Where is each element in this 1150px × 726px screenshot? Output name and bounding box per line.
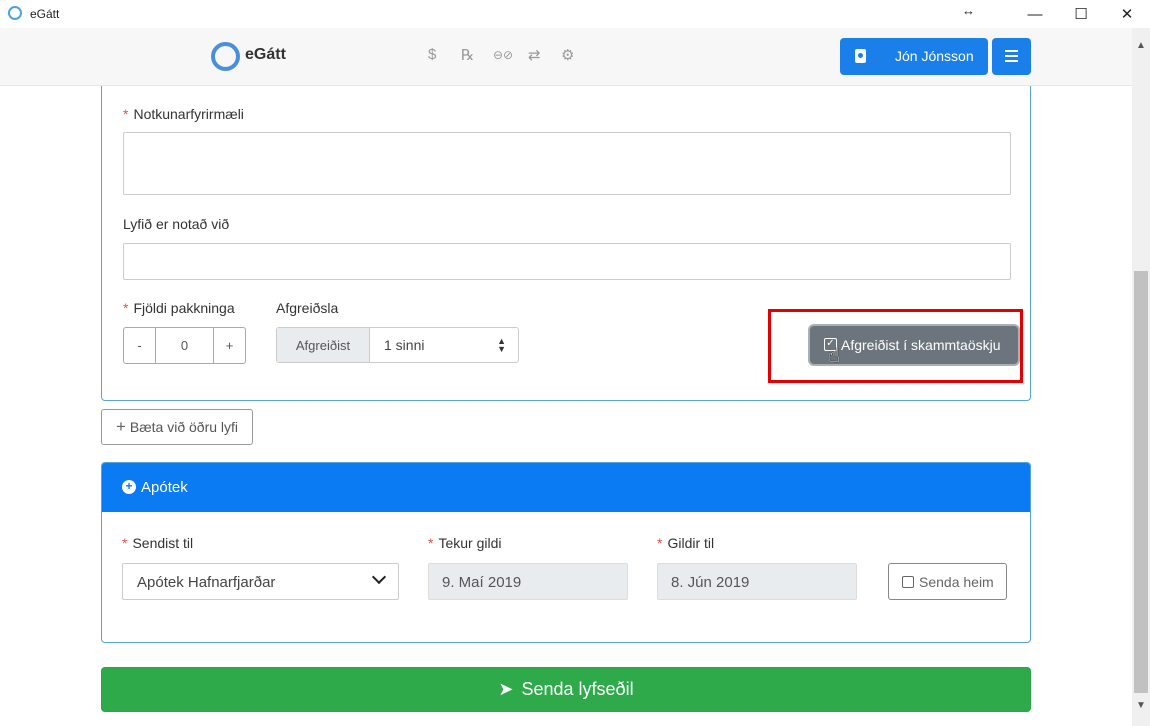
send-home-button[interactable]: Senda heim — [888, 563, 1007, 600]
hamburger-line — [1005, 55, 1018, 57]
chevron-down-icon — [371, 569, 387, 585]
logo-text: eGátt — [245, 46, 286, 63]
valid-until-label: * Gildir til — [657, 535, 715, 551]
exchange-icon[interactable]: ⇄ — [528, 46, 541, 64]
effective-date-field[interactable]: 9. Maí 2019 — [428, 563, 628, 600]
select-arrows-icon: ▲ ▼ — [497, 336, 506, 354]
window-title: eGátt — [30, 7, 60, 21]
used-for-label: Lyfið er notað við — [123, 216, 230, 232]
app-header: eGátt $ ℞ ⊖⊘ ⇄ ⚙ Jón Jónsson — [0, 28, 1132, 86]
package-count-label: * Fjöldi pakkninga — [123, 300, 235, 316]
package-count-stepper: - 0 + — [123, 327, 246, 364]
resize-icon: ↔ — [962, 3, 975, 18]
plus-circle-icon: + — [122, 480, 136, 494]
usage-label: * Notkunarfyrirmæli — [123, 106, 244, 122]
glasses-icon[interactable]: ⊖⊘ — [493, 48, 513, 62]
used-for-input[interactable] — [123, 243, 1011, 280]
dispensing-prefix: Afgreiðist — [277, 328, 370, 362]
add-drug-button[interactable]: + Bæta við öðru lyfi — [101, 409, 253, 445]
usage-textarea[interactable] — [123, 132, 1011, 195]
dispensing-value: 1 sinni — [384, 337, 425, 353]
effective-label: * Tekur gildi — [428, 535, 502, 551]
send-prescription-button[interactable]: ➤ Senda lyfseðil — [101, 667, 1031, 712]
pharmacy-select-value: Apótek Hafnarfjarðar — [137, 574, 276, 591]
scroll-up-icon[interactable]: ▲ — [1132, 40, 1150, 51]
app-icon — [8, 6, 22, 20]
send-prescription-label: Senda lyfseðil — [521, 679, 634, 699]
pharmacy-select[interactable]: Apótek Hafnarfjarðar — [122, 563, 399, 600]
window-titlebar: eGátt ↔ — ☐ ✕ — [0, 0, 1150, 28]
minimize-button[interactable]: — — [1012, 0, 1058, 28]
pharmacy-card: + Apótek * Sendist til Apótek Hafnarfjarð… — [101, 462, 1031, 643]
prescription-icon[interactable]: ℞ — [461, 46, 474, 64]
dispensing-label: Afgreiðsla — [276, 300, 339, 316]
scrollbar[interactable]: ▲ ▼ — [1132, 28, 1150, 726]
close-button[interactable]: ✕ — [1104, 0, 1150, 28]
add-drug-label: Bæta við öðru lyfi — [129, 419, 239, 435]
valid-until-date-field[interactable]: 8. Jún 2019 — [657, 563, 857, 600]
settings-icon[interactable]: ⚙ — [561, 46, 574, 64]
id-badge-icon — [855, 49, 866, 63]
maximize-button[interactable]: ☐ — [1058, 0, 1104, 28]
scroll-thumb[interactable] — [1134, 271, 1148, 693]
send-home-label: Senda heim — [919, 574, 994, 590]
hamburger-line — [1005, 50, 1018, 52]
pharmacy-header[interactable]: + Apótek — [102, 463, 1030, 512]
dispensing-select[interactable]: 1 sinni ▲ ▼ — [370, 328, 518, 362]
package-count-value[interactable]: 0 — [155, 328, 214, 363]
send-to-label: * Sendist til — [122, 535, 194, 551]
checkbox-icon — [902, 576, 914, 588]
pharmacy-title: Apótek — [141, 479, 188, 496]
dollar-icon[interactable]: $ — [428, 46, 436, 63]
paper-plane-icon: ➤ — [498, 679, 514, 699]
scroll-down-icon[interactable]: ▼ — [1132, 700, 1150, 711]
user-button[interactable]: Jón Jónsson — [840, 38, 988, 75]
logo-icon — [211, 42, 240, 71]
user-name: Jón Jónsson — [895, 48, 974, 64]
plus-icon: + — [115, 417, 126, 436]
decrement-button[interactable]: - — [124, 328, 155, 363]
hamburger-line — [1005, 60, 1018, 62]
menu-button[interactable] — [992, 38, 1031, 75]
dispensing-group: Afgreiðist 1 sinni ▲ ▼ — [276, 327, 519, 363]
highlight-frame — [768, 309, 1023, 383]
increment-button[interactable]: + — [214, 328, 245, 363]
